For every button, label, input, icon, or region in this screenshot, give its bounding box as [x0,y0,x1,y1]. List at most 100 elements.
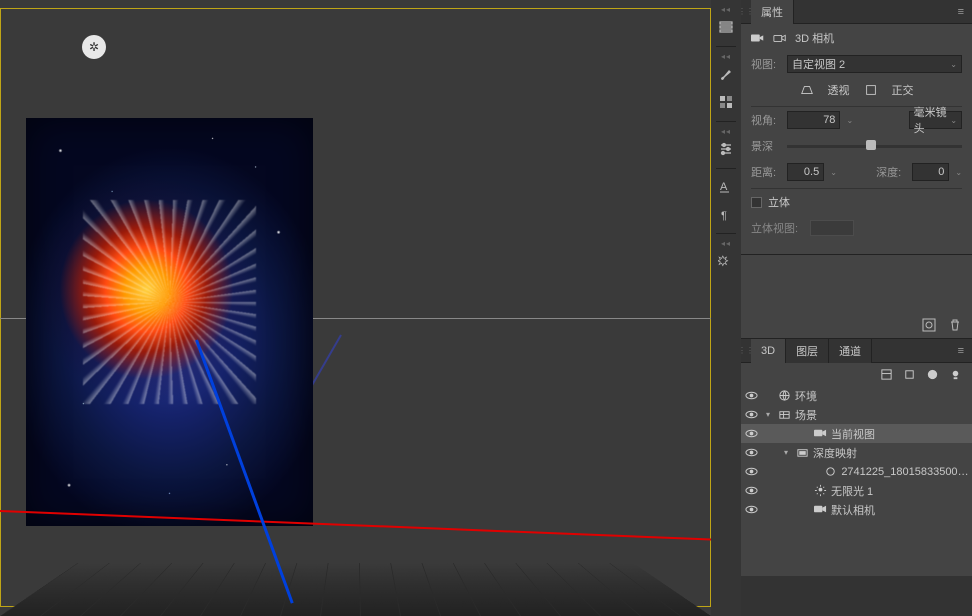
fov-input[interactable]: 78 [787,111,840,129]
visibility-eye-icon[interactable] [745,408,759,422]
tree-row-3[interactable]: ▾ 深度映射 [741,443,972,462]
distance-label: 距离: [751,164,781,180]
visibility-eye-icon[interactable] [745,389,759,403]
filter-scene-icon[interactable] [880,368,893,381]
visibility-eye-icon[interactable] [745,427,759,441]
lens-select-value: 毫米镜头 [914,104,951,136]
adjustments-panel-icon[interactable] [712,136,740,162]
visibility-eye-icon[interactable] [745,446,759,460]
3d-scene-tree[interactable]: 环境 ▾ 场景当前视图 ▾ 深度映射 2741225_180158335000_2 ...… [741,386,972,576]
fov-label: 视角: [751,112,781,128]
tree-twisty[interactable]: ▾ [763,410,773,419]
chevron-down-icon: ⌄ [950,116,957,125]
stereo-label: 立体 [768,194,790,210]
light-widget[interactable] [82,35,106,59]
orthographic-icon[interactable] [864,83,878,97]
dock-grip[interactable]: ◂◂ [712,238,740,248]
chevron-down-icon: ⌄ [950,60,957,69]
depth-input[interactable]: 0 [912,163,949,181]
view-select-value: 自定视图 2 [792,56,845,72]
properties-panel-body: 3D 相机 视图: 自定视图 2 ⌄ 透视 正交 视角: 78 ⌄ 毫米镜头 ⌄ [741,24,972,255]
tree-row-2[interactable]: 当前视图 [741,424,972,443]
panel-grip[interactable]: ⋮⋮ [741,346,751,355]
nebula-layer-image[interactable] [26,118,313,526]
trash-icon[interactable] [948,318,962,332]
canvas-viewport[interactable] [0,0,711,616]
dock-grip[interactable]: ◂◂ [712,126,740,136]
svg-text:A: A [720,181,728,193]
cam-icon [813,503,827,517]
properties-panel-header: ⋮⋮ 属性 ≡ [741,0,972,24]
panel-gap [741,576,972,616]
ground-plane-grid [0,563,711,616]
perspective-label[interactable]: 透视 [828,82,850,98]
tree-item-label: 2741225_180158335000_2 ... [841,466,972,478]
swatches-panel-icon[interactable] [712,89,740,115]
visibility-eye-icon[interactable] [745,484,759,498]
tool-presets-panel-icon[interactable] [712,248,740,274]
tree-row-0[interactable]: 环境 [741,386,972,405]
tree-item-label: 场景 [795,407,817,423]
tree-item-label: 深度映射 [813,445,857,461]
camera-outline-icon [773,31,787,45]
3d-panel-header: ⋮⋮ 3D 图层 通道 ≡ [741,339,972,363]
3d-panel-filter-row [741,363,972,386]
light-icon [813,484,827,498]
right-panel-column: ⋮⋮ 属性 ≡ 3D 相机 视图: 自定视图 2 ⌄ 透视 正交 视角: 78 [741,0,972,616]
perspective-icon[interactable] [800,83,814,97]
properties-tab-label: 属性 [761,4,783,20]
filter-mesh-icon[interactable] [903,368,916,381]
tree-row-6[interactable]: 默认相机 [741,500,972,519]
chevron-down-icon[interactable]: ⌄ [846,116,853,125]
panel-menu-icon[interactable]: ≡ [950,345,972,357]
paragraph-panel-icon[interactable]: ¶ [712,201,740,227]
lens-select[interactable]: 毫米镜头 ⌄ [909,111,962,129]
dock-grip[interactable]: ◂◂ [712,51,740,61]
collapsed-panel-dock: ◂◂ ◂◂ ◂◂ A ¶ ◂◂ [711,0,741,616]
properties-type-row: 3D 相机 [751,30,962,46]
tree-item-label: 环境 [795,388,817,404]
view-label: 视图: [751,56,781,72]
tree-row-4[interactable]: 2741225_180158335000_2 ... [741,462,972,481]
scene-icon [777,408,791,422]
dock-grip[interactable]: ◂◂ [712,4,740,14]
filter-material-icon[interactable] [926,368,939,381]
orthographic-label[interactable]: 正交 [892,82,914,98]
panel-menu-icon[interactable]: ≡ [950,6,972,18]
tree-item-label: 默认相机 [831,502,875,518]
tree-item-label: 无限光 1 [831,483,873,499]
stereo-view-input [810,220,854,236]
character-panel-icon[interactable]: A [712,173,740,199]
tree-row-5[interactable]: 无限光 1 [741,481,972,500]
tree-twisty[interactable]: ▾ [781,448,791,457]
tree-row-1[interactable]: ▾ 场景 [741,405,972,424]
stereo-view-label: 立体视图: [751,220,798,236]
render-settings-icon[interactable] [922,318,936,332]
depth-icon [795,446,809,460]
camera-live-icon [751,31,765,45]
depth-label: 深度: [876,164,906,180]
tab-channels[interactable]: 通道 [829,339,872,363]
dof-slider[interactable] [787,140,962,152]
stereo-checkbox[interactable] [751,197,762,208]
visibility-eye-icon[interactable] [745,503,759,517]
chevron-down-icon[interactable]: ⌄ [830,168,837,177]
dof-label: 景深 [751,138,781,154]
tree-item-label: 当前视图 [831,426,875,442]
svg-text:¶: ¶ [721,210,727,222]
history-panel-icon[interactable] [712,14,740,40]
visibility-eye-icon[interactable] [745,465,758,479]
layer-icon [824,465,837,479]
panel-grip[interactable]: ⋮⋮ [741,7,751,16]
brush-panel-icon[interactable] [712,61,740,87]
slider-thumb[interactable] [866,140,876,150]
filter-light-icon[interactable] [949,368,962,381]
properties-tab[interactable]: 属性 [751,0,794,24]
tab-3d[interactable]: 3D [751,339,786,363]
tab-layers[interactable]: 图层 [786,339,829,363]
distance-input[interactable]: 0.5 [787,163,824,181]
env-icon [777,389,791,403]
view-select[interactable]: 自定视图 2 ⌄ [787,55,962,73]
chevron-down-icon[interactable]: ⌄ [955,168,962,177]
properties-footer [741,312,972,339]
